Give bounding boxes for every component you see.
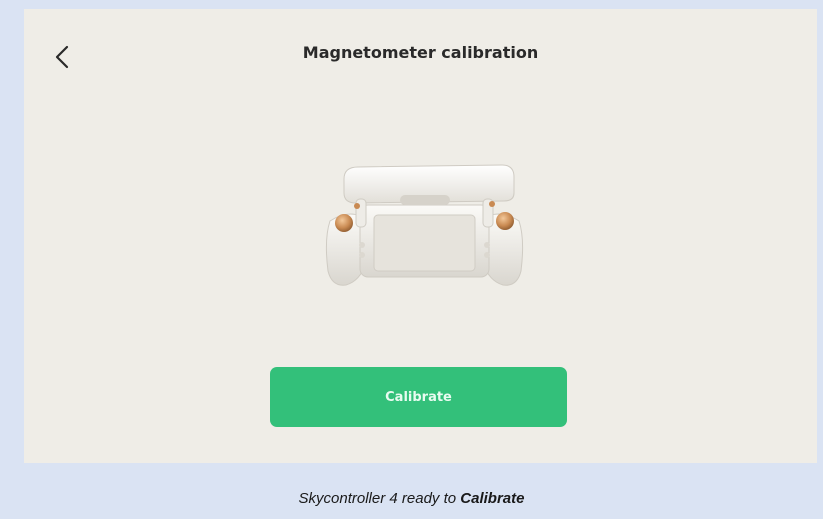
caption-emphasis: Calibrate [460, 490, 525, 507]
calibrate-button[interactable]: Calibrate [270, 367, 567, 427]
figure-caption: Skycontroller 4 ready to Calibrate [0, 490, 823, 507]
page-title: Magnetometer calibration [302, 43, 539, 62]
caption-text: Skycontroller 4 ready to [298, 490, 461, 507]
skycontroller-illustration [325, 164, 524, 286]
app-screen: Magnetometer calibration Calibrate [24, 9, 817, 463]
